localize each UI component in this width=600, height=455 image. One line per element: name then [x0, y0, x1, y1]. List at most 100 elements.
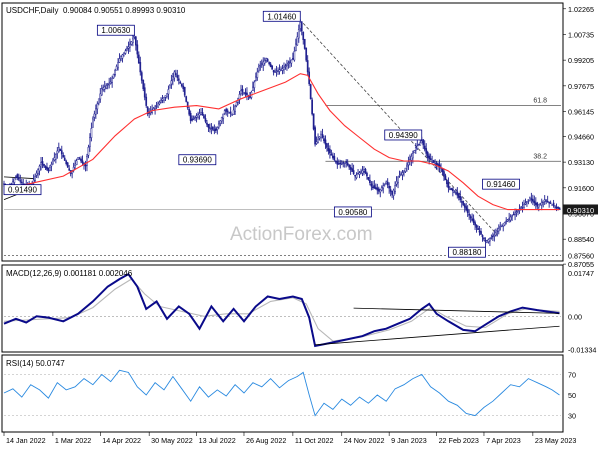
candle-body	[86, 156, 88, 166]
candle-body	[401, 172, 404, 176]
macd-panel-frame	[1, 264, 564, 353]
candle-body	[132, 38, 134, 43]
candle-body	[333, 156, 336, 161]
candle-body	[289, 61, 291, 63]
rsi-axis: 70 50 30	[568, 370, 576, 420]
rsi-panel-frame	[1, 354, 564, 433]
candle-body	[397, 176, 399, 184]
candle-body	[143, 87, 146, 98]
candle-body	[315, 141, 318, 144]
candle-body	[210, 128, 213, 130]
candle-body	[20, 181, 23, 184]
candle-body	[60, 150, 63, 155]
time-axis-label: 14 Jan 2022	[6, 436, 46, 445]
candle-body	[226, 110, 229, 113]
candle-body	[78, 158, 81, 160]
candle-body	[530, 198, 533, 200]
candle-body	[527, 199, 530, 201]
candle-body	[529, 197, 531, 202]
macd-trendline	[315, 325, 560, 346]
candle-body	[374, 187, 377, 190]
candle-body	[403, 170, 405, 173]
candle-body	[468, 213, 471, 216]
candle-body	[496, 230, 499, 232]
candle-body	[340, 163, 343, 165]
candle-body	[489, 238, 491, 242]
candle-body	[57, 147, 60, 153]
candle-body	[188, 108, 191, 115]
candle-body	[108, 82, 111, 86]
candle-body	[311, 99, 313, 115]
candle-body	[511, 215, 513, 218]
candle-body	[203, 115, 205, 119]
candle-body	[186, 101, 189, 109]
candle-body	[431, 161, 433, 163]
candle-body	[292, 58, 294, 60]
candle-body	[182, 85, 185, 90]
candle-body	[259, 65, 262, 67]
candle-body	[158, 101, 161, 105]
candle-body	[337, 163, 340, 165]
candle-body	[66, 162, 69, 168]
price-label-text: 0.93690	[183, 156, 212, 165]
candle-body	[382, 185, 385, 189]
candle-body	[339, 162, 342, 165]
candle-body	[225, 108, 228, 112]
price-axis-label: 0.93130	[568, 158, 594, 167]
candle-body	[133, 35, 136, 38]
candle-body	[62, 154, 65, 158]
macd-axis-label: 0.00	[568, 312, 582, 321]
candle-body	[278, 69, 281, 72]
candle-body	[209, 127, 211, 129]
candle-body	[342, 162, 345, 164]
candle-body	[106, 84, 109, 86]
candle-body	[373, 185, 376, 189]
candle-body	[22, 183, 25, 185]
candle-body	[103, 86, 106, 90]
candle-body	[357, 173, 359, 175]
candle-body	[234, 105, 236, 112]
candle-body	[413, 150, 416, 154]
candle-body	[379, 189, 382, 193]
candle-body	[462, 201, 465, 205]
candle-body	[346, 162, 349, 166]
candle-body	[243, 92, 245, 94]
candle-body	[35, 172, 38, 176]
candle-body	[380, 187, 383, 191]
candle-body	[336, 161, 339, 165]
candle-body	[145, 96, 148, 106]
candle-body	[354, 174, 356, 177]
candle-body	[74, 163, 76, 166]
candle-body	[449, 188, 451, 190]
price-axis-label: 0.99205	[568, 56, 594, 65]
candle-body	[391, 190, 393, 195]
candle-body	[514, 212, 516, 215]
macd-axis-label: -0.01334	[568, 345, 596, 354]
candle-body	[105, 85, 108, 89]
candle-body	[400, 173, 402, 176]
candle-body	[305, 47, 308, 61]
candle-body	[54, 153, 57, 160]
candle-body	[191, 119, 193, 121]
candle-body	[173, 71, 176, 79]
candle-body	[323, 138, 325, 142]
candle-body	[100, 88, 103, 96]
candle-body	[53, 157, 56, 161]
candle-body	[257, 66, 260, 72]
candle-body	[521, 206, 524, 208]
candle-body	[207, 123, 210, 128]
candle-body	[326, 143, 328, 148]
candle-body	[363, 169, 365, 172]
price-label-text: 1.01460	[267, 12, 296, 21]
candle-body	[13, 178, 16, 183]
candle-body	[497, 228, 500, 232]
support-level-label: 0.87560	[568, 252, 594, 261]
candle-body	[169, 84, 171, 89]
candlestick-series	[3, 19, 561, 248]
time-axis-label: 9 Jan 2023	[391, 436, 427, 445]
price-label-text: 0.94390	[389, 131, 418, 140]
candle-body	[296, 36, 299, 46]
candle-body	[274, 71, 276, 73]
candle-body	[453, 191, 456, 193]
candle-body	[494, 232, 497, 236]
